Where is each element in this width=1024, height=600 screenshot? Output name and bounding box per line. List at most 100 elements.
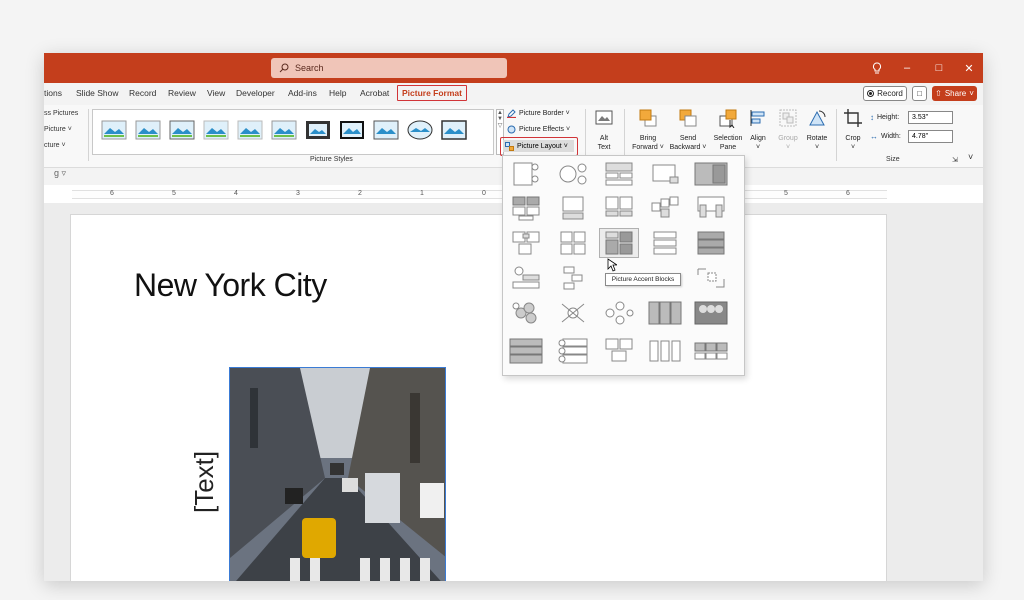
picture-style-8[interactable]: [339, 120, 365, 140]
qat-customize[interactable]: g ▿: [54, 168, 66, 178]
picture-layout-button[interactable]: Picture Layout ˅: [500, 137, 578, 156]
reset-picture-button[interactable]: cture ˅: [44, 142, 66, 149]
picture-effects-label: Picture Effects ˅: [519, 126, 571, 133]
layout-option[interactable]: [691, 228, 731, 258]
width-control: ↔ Width:: [870, 132, 901, 141]
minimize-button[interactable]: –: [892, 53, 922, 83]
share-icon: ⇧: [935, 89, 942, 98]
rotate-icon: [809, 110, 826, 126]
lightbulb-icon[interactable]: [862, 53, 892, 83]
alt-text-icon: [595, 110, 613, 125]
picture-style-5[interactable]: [237, 120, 263, 140]
bring-forward-icon: [639, 109, 657, 127]
group-icon: [779, 109, 797, 127]
picture-style-4[interactable]: [203, 120, 229, 140]
picture-style-7[interactable]: [305, 120, 331, 140]
layout-option[interactable]: [506, 159, 546, 189]
layout-option[interactable]: [645, 298, 685, 328]
layout-option[interactable]: [691, 159, 731, 189]
compress-pictures-button[interactable]: ss Pictures: [44, 110, 78, 117]
slide-title[interactable]: New York City: [134, 267, 327, 304]
picture-style-2[interactable]: [135, 120, 161, 140]
search-placeholder: Search: [295, 63, 324, 73]
height-input[interactable]: 3.53": [908, 111, 953, 124]
ruler-label: 4: [234, 190, 238, 197]
picture-style-11[interactable]: [441, 120, 467, 140]
record-label: Record: [877, 89, 903, 98]
vertical-text-placeholder[interactable]: [Text]: [189, 451, 220, 513]
change-picture-button[interactable]: Picture ˅: [44, 126, 72, 133]
search-icon: [279, 63, 289, 73]
picture-styles-gallery: [92, 109, 494, 155]
ruler-label: 0: [482, 190, 486, 197]
layout-option[interactable]: [506, 263, 546, 293]
rotate-button[interactable]: Rotate ˅: [800, 105, 834, 165]
picture-style-1[interactable]: [101, 120, 127, 140]
layout-option[interactable]: [645, 193, 685, 223]
layout-option[interactable]: [599, 193, 639, 223]
city-street-photo[interactable]: [229, 367, 446, 581]
align-button[interactable]: Align ˅: [742, 105, 774, 165]
layout-option[interactable]: [506, 193, 546, 223]
layout-option[interactable]: [599, 159, 639, 189]
layout-option[interactable]: [553, 263, 593, 293]
size-dialog-launcher-icon[interactable]: ⇲: [952, 156, 958, 164]
layout-option[interactable]: [553, 228, 593, 258]
title-bar: Search – □ ✕: [44, 53, 983, 83]
tab-acrobat[interactable]: Acrobat: [360, 88, 389, 98]
picture-style-9[interactable]: [373, 120, 399, 140]
layout-option[interactable]: [599, 336, 639, 366]
layout-option[interactable]: [645, 159, 685, 189]
picture-effects-button[interactable]: Picture Effects ˅: [507, 125, 570, 134]
layout-option[interactable]: [599, 298, 639, 328]
size-group-label: Size: [886, 156, 900, 163]
layout-option[interactable]: [506, 336, 546, 366]
search-box[interactable]: Search: [271, 58, 507, 78]
layout-option[interactable]: [691, 263, 731, 293]
tab-view[interactable]: View: [207, 88, 225, 98]
tab-developer[interactable]: Developer: [236, 88, 275, 98]
share-button[interactable]: ⇧ Share ˅: [932, 86, 977, 101]
picture-style-6[interactable]: [271, 120, 297, 140]
layout-option[interactable]: [645, 336, 685, 366]
crop-chevron: ˅: [850, 144, 856, 151]
divider: [624, 109, 625, 161]
picture-style-10[interactable]: [407, 120, 433, 140]
width-input[interactable]: 4.78": [908, 130, 953, 143]
comments-button[interactable]: □: [912, 86, 927, 101]
send-backward-label-1: Send: [679, 135, 697, 142]
record-button[interactable]: Record: [863, 86, 907, 101]
tab-picture-format[interactable]: Picture Format: [397, 85, 467, 101]
slide[interactable]: New York City [Text]: [70, 214, 887, 581]
layout-option[interactable]: [645, 228, 685, 258]
layout-option-picture-accent-blocks[interactable]: [599, 228, 639, 258]
layout-option[interactable]: [506, 228, 546, 258]
layout-option[interactable]: [553, 336, 593, 366]
align-chevron: ˅: [755, 144, 761, 151]
tab-slide-show[interactable]: Slide Show: [76, 88, 119, 98]
ruler-label: 3: [296, 190, 300, 197]
mouse-cursor-icon: [607, 258, 617, 272]
layout-option[interactable]: [506, 298, 546, 328]
height-label: Height:: [877, 114, 900, 121]
picture-border-button[interactable]: Picture Border ˅: [507, 109, 570, 118]
collapse-ribbon-chevron-icon[interactable]: ˅: [968, 152, 973, 162]
layout-option[interactable]: [691, 298, 731, 328]
tab-help[interactable]: Help: [329, 88, 346, 98]
tab-add-ins[interactable]: Add-ins: [288, 88, 317, 98]
tab-review[interactable]: Review: [168, 88, 196, 98]
height-icon: ↕: [870, 113, 874, 122]
layout-option[interactable]: [553, 159, 593, 189]
ruler-label: 6: [846, 190, 850, 197]
layout-option[interactable]: [691, 336, 731, 366]
layout-option[interactable]: [553, 298, 593, 328]
crop-button[interactable]: Crop ˅: [834, 105, 872, 165]
tab-record[interactable]: Record: [129, 88, 156, 98]
close-button[interactable]: ✕: [954, 53, 983, 83]
layout-option[interactable]: [691, 193, 731, 223]
layout-option[interactable]: [553, 193, 593, 223]
tab-animations[interactable]: tions: [44, 88, 62, 98]
maximize-button[interactable]: □: [924, 53, 954, 83]
picture-style-3[interactable]: [169, 120, 195, 140]
selection-pane-icon: [719, 109, 737, 129]
